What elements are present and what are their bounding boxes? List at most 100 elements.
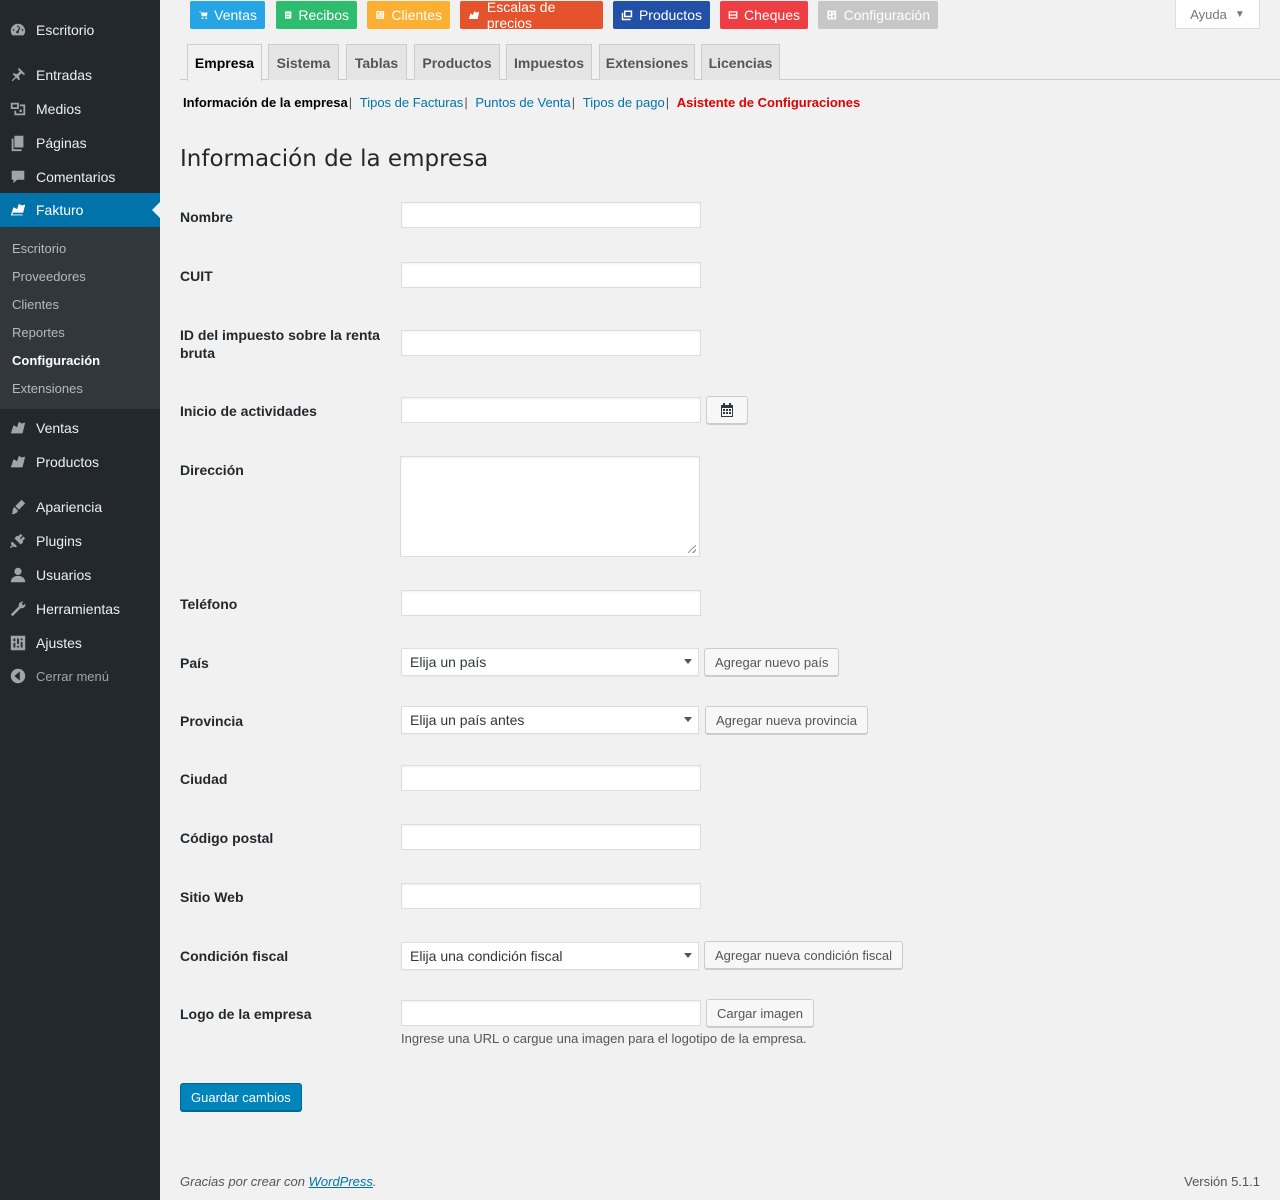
submenu-item-proveedores[interactable]: Proveedores — [12, 269, 86, 284]
provincia-label: Provincia — [180, 713, 244, 729]
dashboard-icon — [0, 21, 36, 39]
codigo-postal-label: Código postal — [180, 830, 274, 846]
sidebar-item-herramientas[interactable]: Herramientas — [0, 592, 160, 626]
sidebar-item-usuarios[interactable]: Usuarios — [0, 558, 160, 592]
configuracion-button[interactable]: Configuración — [818, 1, 938, 29]
footer-thanks: Gracias por crear con WordPress. — [180, 1174, 377, 1189]
subnav-link-puntos-venta[interactable]: Puntos de Venta — [475, 95, 570, 110]
submenu-item-clientes[interactable]: Clientes — [12, 297, 59, 312]
pais-label: País — [180, 655, 209, 671]
sidebar-item-apariencia[interactable]: Apariencia — [0, 490, 160, 524]
provincia-select-value: Elija un país antes — [410, 712, 525, 728]
nombre-input[interactable] — [401, 202, 701, 228]
codigo-postal-input[interactable] — [401, 824, 701, 850]
provincia-select[interactable]: Elija un país antes — [401, 706, 699, 734]
sidebar-item-entradas[interactable]: Entradas — [0, 58, 160, 92]
clientes-button[interactable]: Clientes — [367, 1, 450, 29]
fakturo-icon — [0, 419, 36, 437]
tab-licencias[interactable]: Licencias — [701, 44, 780, 80]
pais-select[interactable]: Elija un país — [401, 648, 699, 676]
pin-icon — [0, 66, 36, 84]
sidebar-item-label: Plugins — [36, 533, 82, 549]
wordpress-link[interactable]: WordPress — [309, 1174, 373, 1189]
telefono-input[interactable] — [401, 590, 701, 616]
tab-sistema[interactable]: Sistema — [268, 44, 339, 80]
help-tab-button[interactable]: Ayuda ▼ — [1175, 0, 1260, 29]
cuit-label: CUIT — [180, 268, 213, 284]
sidebar-item-label: Ventas — [36, 420, 79, 436]
cheques-button[interactable]: Cheques — [720, 1, 808, 29]
ciudad-label: Ciudad — [180, 771, 228, 787]
logo-url-input[interactable] — [401, 1000, 701, 1026]
productos-button[interactable]: Productos — [613, 1, 710, 29]
subnav-separator: | — [665, 95, 670, 110]
sidebar-item-ventas[interactable]: Ventas — [0, 411, 160, 445]
collapse-menu-button[interactable]: Cerrar menú — [0, 659, 160, 693]
tab-productos[interactable]: Productos — [414, 44, 500, 80]
condicion-fiscal-select-value: Elija una condición fiscal — [410, 948, 563, 964]
add-country-button[interactable]: Agregar nuevo país — [704, 648, 840, 676]
sidebar-item-label: Cerrar menú — [36, 668, 109, 684]
inicio-actividades-label: Inicio de actividades — [180, 403, 317, 419]
subnav-link-tipos-facturas[interactable]: Tipos de Facturas — [360, 95, 464, 110]
sidebar-item-label: Escritorio — [36, 22, 95, 38]
ciudad-input[interactable] — [401, 765, 701, 791]
save-button[interactable]: Guardar cambios — [180, 1083, 302, 1111]
tab-tablas[interactable]: Tablas — [346, 44, 407, 80]
caret-down-icon — [684, 659, 692, 664]
settings-icon — [827, 10, 837, 20]
submenu-item-extensiones[interactable]: Extensiones — [12, 381, 83, 396]
sidebar-item-ajustes[interactable]: Ajustes — [0, 626, 160, 660]
sidebar-item-label: Fakturo — [36, 202, 84, 218]
tab-impuestos[interactable]: Impuestos — [506, 44, 592, 80]
contact-card-icon — [376, 11, 385, 19]
media-icon — [0, 100, 36, 118]
tab-empresa[interactable]: Empresa — [187, 44, 262, 81]
sidebar-item-plugins[interactable]: Plugins — [0, 524, 160, 558]
sidebar-item-escritorio[interactable]: Escritorio — [0, 13, 160, 47]
sidebar-item-fakturo[interactable]: Fakturo — [0, 193, 160, 227]
iibb-input[interactable] — [401, 330, 701, 356]
iibb-label: ID del impuesto sobre la renta bruta — [180, 327, 380, 361]
ventas-button[interactable]: Ventas — [190, 1, 265, 29]
sidebar-item-label: Páginas — [36, 135, 87, 151]
sidebar-item-medios[interactable]: Medios — [0, 92, 160, 126]
fakturo-icon — [0, 453, 36, 471]
recibos-button[interactable]: Recibos — [276, 1, 357, 29]
subnav-current[interactable]: Información de la empresa — [183, 95, 348, 110]
subnav-link-tipos-pago[interactable]: Tipos de pago — [583, 95, 665, 110]
caret-down-icon — [684, 717, 692, 722]
add-province-button[interactable]: Agregar nueva provincia — [705, 706, 868, 734]
escalas-precios-button[interactable]: Escalas de precios — [460, 0, 603, 31]
inicio-actividades-input[interactable] — [401, 397, 701, 423]
date-picker-button[interactable] — [706, 396, 748, 424]
footer-version: Versión 5.1.1 — [1184, 1174, 1260, 1189]
sidebar-item-productos[interactable]: Productos — [0, 445, 160, 479]
upload-image-button[interactable]: Cargar imagen — [706, 999, 814, 1027]
sitio-web-label: Sitio Web — [180, 889, 244, 905]
add-fiscal-condition-button[interactable]: Agregar nueva condición fiscal — [704, 941, 904, 969]
sidebar-item-label: Productos — [36, 454, 100, 470]
sidebar-item-label: Medios — [36, 101, 82, 117]
submenu-item-reportes[interactable]: Reportes — [12, 325, 65, 340]
subnav-separator: | — [348, 95, 353, 110]
receipt-icon — [285, 11, 292, 19]
sidebar-item-paginas[interactable]: Páginas — [0, 126, 160, 160]
resize-grip-icon[interactable] — [688, 545, 696, 553]
cuit-input[interactable] — [401, 262, 701, 288]
submenu-item-escritorio[interactable]: Escritorio — [12, 241, 66, 256]
fakturo-submenu: Escritorio Proveedores Clientes Reportes… — [0, 227, 160, 409]
page-title: Información de la empresa — [180, 146, 489, 172]
subnav-link-asistente[interactable]: Asistente de Configuraciones — [677, 95, 860, 110]
fakturo-icon — [468, 10, 480, 20]
submenu-item-configuracion[interactable]: Configuración — [12, 353, 100, 368]
sidebar-item-label: Comentarios — [36, 169, 116, 185]
admin-sidebar: Escritorio Entradas Medios Páginas Comen… — [0, 0, 160, 1200]
sitio-web-input[interactable] — [401, 883, 701, 909]
tab-extensiones[interactable]: Extensiones — [599, 44, 695, 80]
direccion-textarea[interactable] — [400, 456, 700, 557]
telefono-label: Teléfono — [180, 596, 238, 612]
plug-icon — [0, 532, 36, 550]
condicion-fiscal-select[interactable]: Elija una condición fiscal — [401, 942, 699, 970]
sidebar-item-comentarios[interactable]: Comentarios — [0, 160, 160, 194]
